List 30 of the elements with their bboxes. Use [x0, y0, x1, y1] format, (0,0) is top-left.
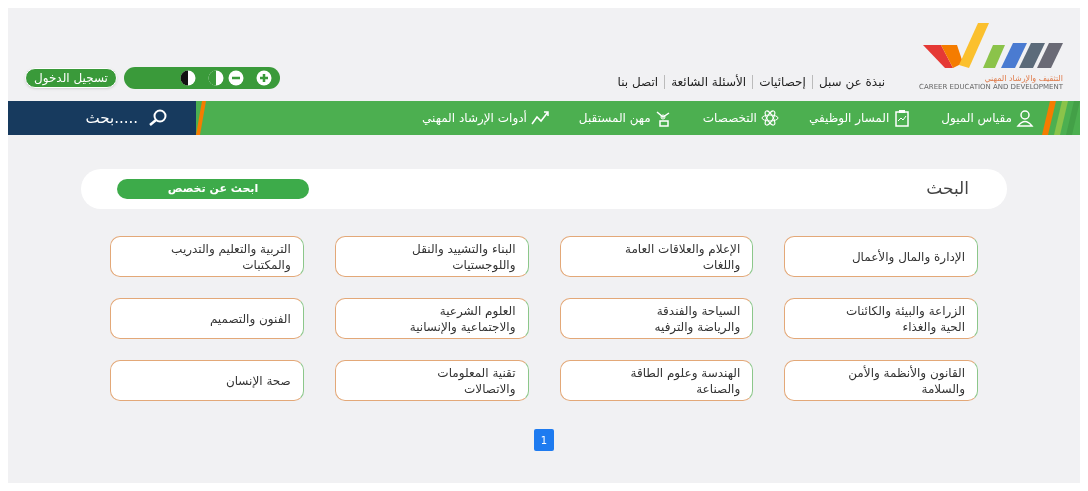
- specialization-card[interactable]: القانون والأنظمة والأمن والسلامة: [784, 360, 978, 401]
- nav-link[interactable]: نبذة عن سبل: [811, 75, 892, 89]
- specialization-card[interactable]: الهندسة وعلوم الطاقة والصناعة: [559, 360, 754, 401]
- trend-line-icon: [530, 109, 549, 127]
- specialization-card[interactable]: الإعلام والعلاقات العامة واللغات: [559, 236, 754, 277]
- specialization-card[interactable]: العلوم الشرعية والاجتماعية والإنسانية: [334, 298, 529, 339]
- specialization-card[interactable]: الفنون والتصميم: [110, 298, 304, 339]
- search-title: البحث: [926, 177, 970, 201]
- specialization-card[interactable]: الإدارة والمال والأعمال: [784, 236, 978, 277]
- specialization-card[interactable]: تقنية المعلومات والاتصالات: [334, 360, 529, 401]
- specialization-card[interactable]: صحة الإنسان: [110, 360, 304, 401]
- specialization-card[interactable]: الزراعة والبيئة والكائنات الحية والغذاء: [784, 298, 978, 339]
- login-button[interactable]: تسجيل الدخول: [25, 68, 117, 88]
- search-icon: [148, 109, 168, 127]
- zoom-out-icon[interactable]: [227, 70, 244, 86]
- nav-link[interactable]: الأسئلة الشائعة: [664, 75, 753, 89]
- specialization-card[interactable]: السياحة والفندقة والرياضة والترفيه: [559, 298, 754, 339]
- atom-icon: [760, 109, 779, 127]
- nav-link[interactable]: إحصائيات: [752, 75, 812, 89]
- page-button[interactable]: 1: [534, 429, 554, 451]
- zoom-in-icon[interactable]: [255, 70, 272, 86]
- person-icon: [1016, 109, 1034, 127]
- clipboard-icon: [893, 109, 912, 127]
- specialization-card[interactable]: التربية والتعليم والتدريب والمكتبات: [110, 236, 304, 277]
- logo-text: التثقيف والإرشاد المهني: [984, 75, 1063, 83]
- search-placeholder: بحث.....: [85, 107, 138, 129]
- specialization-card[interactable]: البناء والتشييد والنقل واللوجستيات: [334, 236, 529, 277]
- search-bar[interactable]: بحث.....: [8, 101, 196, 135]
- nav-link[interactable]: اتصل بنا: [611, 75, 665, 89]
- contrast-icon[interactable]: [179, 70, 196, 86]
